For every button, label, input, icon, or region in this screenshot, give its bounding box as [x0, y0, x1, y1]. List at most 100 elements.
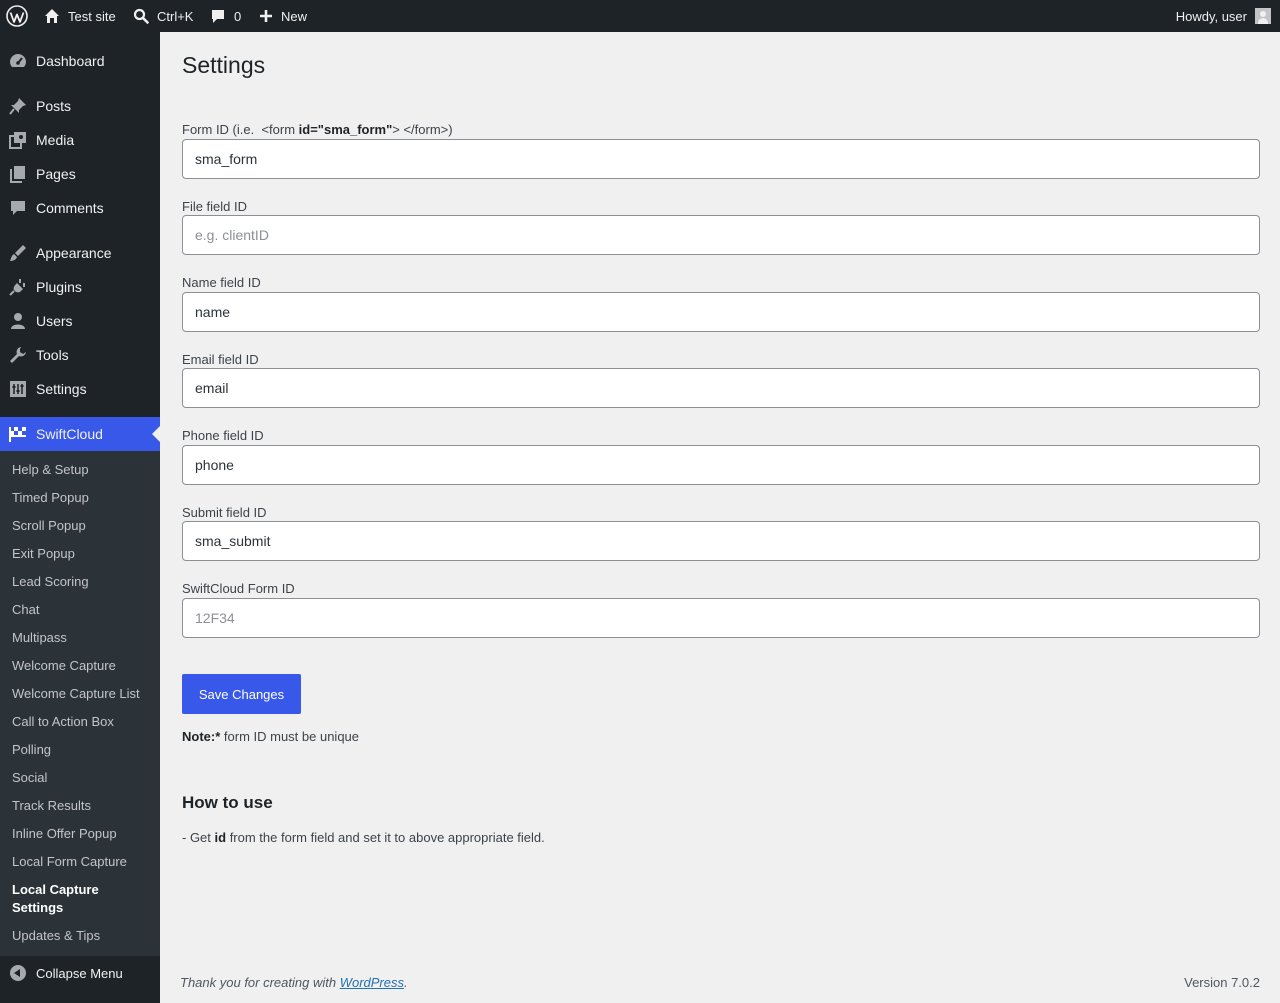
version-text: Version 7.0.2	[1184, 975, 1260, 990]
page-title: Settings	[182, 52, 266, 78]
new-content-button[interactable]: New	[259, 0, 307, 32]
form-id-label-prefix: Form ID (i.e. <form	[182, 122, 299, 137]
how-to-use-heading: How to use	[182, 793, 273, 812]
sliders-icon	[8, 379, 28, 399]
phone-field-id-input[interactable]	[182, 445, 1260, 485]
howto-id-keyword: id	[214, 830, 227, 845]
note-label: Note:*	[182, 729, 221, 744]
sidebar-item-label: Tools	[36, 347, 69, 363]
swiftcloud-form-id-label: SwiftCloud Form ID	[182, 581, 295, 596]
search-shortcut: Ctrl+K	[157, 8, 194, 24]
collapse-menu-button[interactable]: Collapse Menu	[0, 956, 160, 990]
sidebar-item-users[interactable]: Users	[0, 304, 160, 338]
sidebar-item-label: Posts	[36, 98, 72, 114]
avatar	[1255, 8, 1271, 24]
new-label: New	[281, 8, 308, 24]
submenu-updates-tips[interactable]: Updates & Tips	[12, 927, 152, 945]
form-id-label: Form ID (i.e. <form id="sma_form"> </for…	[182, 122, 453, 137]
sidebar-item-label: Users	[36, 313, 73, 329]
submit-field-id-input[interactable]	[182, 521, 1260, 561]
pin-icon	[8, 96, 28, 116]
sidebar-item-label: Comments	[36, 200, 104, 216]
sidebar-item-pages[interactable]: Pages	[0, 157, 160, 191]
media-icon	[8, 130, 28, 150]
submenu-help-setup[interactable]: Help & Setup	[12, 461, 152, 479]
submenu-chat[interactable]: Chat	[12, 601, 152, 619]
sidebar-item-media[interactable]: Media	[0, 123, 160, 157]
howdy-text: Howdy, user	[1175, 8, 1247, 24]
submenu-multipass[interactable]: Multipass	[12, 629, 152, 647]
swiftcloud-form-id-input[interactable]	[182, 598, 1260, 638]
sidebar-item-swiftcloud[interactable]: SwiftCloud	[0, 417, 160, 451]
submenu-welcome-capture[interactable]: Welcome Capture	[12, 657, 152, 675]
site-name-link[interactable]: Test site	[44, 0, 116, 32]
search-button[interactable]: Ctrl+K	[133, 0, 193, 32]
file-field-id-label: File field ID	[182, 199, 248, 214]
submenu-call-to-action-box[interactable]: Call to Action Box	[12, 713, 152, 731]
account-menu[interactable]: Howdy, user	[1176, 0, 1271, 32]
submenu-lead-scoring[interactable]: Lead Scoring	[12, 573, 152, 591]
submenu-scroll-popup[interactable]: Scroll Popup	[12, 517, 152, 535]
submenu-local-capture-settings[interactable]: Local Capture Settings	[12, 881, 132, 917]
dashboard-icon	[8, 51, 28, 71]
comment-icon	[8, 198, 28, 218]
search-icon	[133, 8, 149, 24]
plus-icon	[259, 9, 273, 23]
email-field-id-label: Email field ID	[182, 352, 259, 367]
sidebar-item-label: Dashboard	[36, 53, 105, 69]
pages-icon	[8, 164, 28, 184]
wrench-icon	[8, 345, 28, 365]
sidebar-item-label: SwiftCloud	[36, 426, 103, 442]
admin-sidebar: Dashboard Posts Media Pages Comments App…	[0, 32, 160, 1003]
form-id-label-suffix: > </form>)	[392, 122, 453, 137]
form-id-input[interactable]	[182, 139, 1260, 179]
submenu-inline-offer-popup[interactable]: Inline Offer Popup	[12, 825, 152, 843]
collapse-arrow-icon	[10, 965, 26, 981]
form-id-label-example: id="sma_form"	[298, 122, 393, 137]
comments-count: 0	[234, 8, 242, 24]
name-field-id-input[interactable]	[182, 292, 1260, 332]
submenu-social[interactable]: Social	[12, 769, 152, 787]
submenu-polling[interactable]: Polling	[12, 741, 152, 759]
howto-suffix: from the form field and set it to above …	[226, 830, 545, 845]
submit-field-id-label: Submit field ID	[182, 505, 267, 520]
wordpress-logo-icon[interactable]	[6, 0, 28, 32]
wordpress-link[interactable]: WordPress	[340, 975, 404, 990]
sidebar-item-label: Plugins	[36, 279, 82, 295]
submenu-track-results[interactable]: Track Results	[12, 797, 152, 815]
comments-link[interactable]: 0	[210, 0, 241, 32]
sidebar-item-dashboard[interactable]: Dashboard	[0, 44, 160, 78]
brush-icon	[8, 243, 28, 263]
save-changes-button[interactable]: Save Changes	[182, 674, 301, 714]
footer-thanks-prefix: Thank you for creating with	[180, 975, 340, 990]
sidebar-item-posts[interactable]: Posts	[0, 89, 160, 123]
footer-thanks-suffix: .	[404, 975, 408, 990]
submenu-welcome-capture-list[interactable]: Welcome Capture List	[12, 685, 152, 703]
sidebar-item-tools[interactable]: Tools	[0, 338, 160, 372]
checkered-flag-icon	[8, 424, 28, 444]
admin-bar: Test site Ctrl+K 0 New Howdy, user	[0, 0, 1280, 32]
sidebar-item-appearance[interactable]: Appearance	[0, 236, 160, 270]
note-message: form ID must be unique	[220, 729, 360, 744]
sidebar-item-settings[interactable]: Settings	[0, 372, 160, 406]
sidebar-item-label: Settings	[36, 381, 87, 397]
submenu-local-form-capture[interactable]: Local Form Capture	[12, 853, 152, 871]
submenu-exit-popup[interactable]: Exit Popup	[12, 545, 152, 563]
submenu-timed-popup[interactable]: Timed Popup	[12, 489, 152, 507]
sidebar-item-comments[interactable]: Comments	[0, 191, 160, 225]
sidebar-item-label: Pages	[36, 166, 76, 182]
howto-prefix: - Get	[182, 830, 215, 845]
collapse-menu-label: Collapse Menu	[36, 965, 123, 981]
how-to-use-text: - Get id from the form field and set it …	[182, 830, 545, 845]
name-field-id-label: Name field ID	[182, 275, 261, 290]
footer-thanks: Thank you for creating with WordPress.	[180, 975, 408, 990]
site-name: Test site	[68, 8, 116, 24]
user-icon	[8, 311, 28, 331]
email-field-id-input[interactable]	[182, 368, 1260, 408]
sidebar-item-plugins[interactable]: Plugins	[0, 270, 160, 304]
file-field-id-input[interactable]	[182, 215, 1260, 255]
phone-field-id-label: Phone field ID	[182, 428, 264, 443]
comment-icon	[210, 8, 226, 24]
sidebar-item-label: Media	[36, 132, 75, 148]
swiftcloud-submenu: Help & Setup Timed Popup Scroll Popup Ex…	[0, 451, 160, 956]
